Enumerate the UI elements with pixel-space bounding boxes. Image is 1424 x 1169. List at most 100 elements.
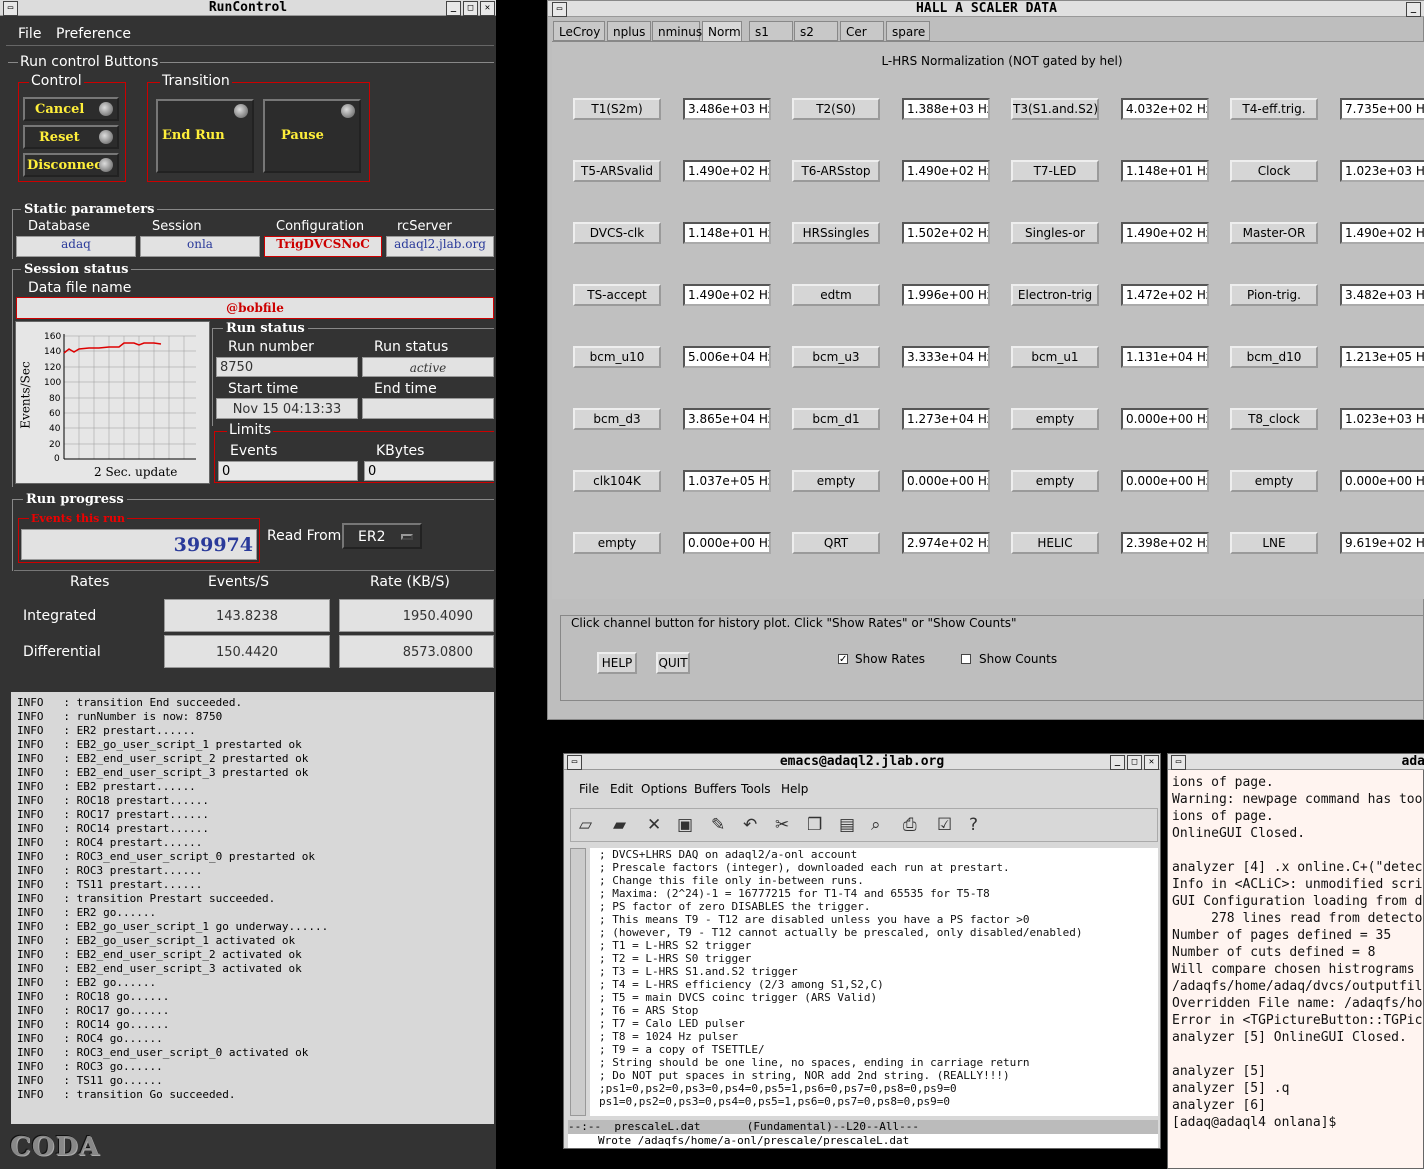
- close-buffer-icon[interactable]: ✕: [647, 815, 661, 835]
- channel-button[interactable]: HELIC: [1011, 532, 1099, 554]
- emacs-menu-help[interactable]: Help: [781, 782, 808, 796]
- save-icon[interactable]: ▣: [677, 815, 693, 835]
- tab-s1[interactable]: s1: [749, 21, 793, 41]
- cancel-button[interactable]: Cancel: [23, 97, 119, 121]
- run-status-field-label: Run status: [374, 339, 449, 355]
- window-menu-icon[interactable]: ▭: [3, 1, 18, 16]
- channel-button[interactable]: DVCS-clk: [573, 222, 661, 244]
- channel-button[interactable]: Electron-trig: [1011, 284, 1099, 306]
- tab-spare[interactable]: spare: [886, 21, 930, 41]
- tab-s2[interactable]: s2: [794, 21, 838, 41]
- channel-button[interactable]: LNE: [1230, 532, 1318, 554]
- cut-icon[interactable]: ✂: [775, 815, 789, 835]
- paste-icon[interactable]: ▤: [839, 815, 855, 835]
- channel-button[interactable]: clk104K: [573, 470, 661, 492]
- terminal-titlebar[interactable]: ada ▭: [1168, 754, 1424, 770]
- undo-icon[interactable]: ↶: [743, 815, 757, 835]
- pause-button[interactable]: Pause: [263, 99, 361, 173]
- open-folder-icon[interactable]: ▰: [613, 815, 626, 835]
- channel-button[interactable]: TS-accept: [573, 284, 661, 306]
- close-icon[interactable]: ✕: [480, 1, 495, 16]
- channel-button[interactable]: T1(S2m): [573, 98, 661, 120]
- print-icon[interactable]: ⎙: [903, 815, 917, 835]
- terminal-output[interactable]: ions of page. Warning: newpage command ha…: [1172, 774, 1424, 1168]
- tab-nminus[interactable]: nminus: [652, 21, 702, 41]
- channel-button[interactable]: bcm_d10: [1230, 346, 1318, 368]
- tab-nplus[interactable]: nplus: [607, 21, 651, 41]
- emacs-scrollbar[interactable]: [570, 848, 586, 1116]
- emacs-buffer[interactable]: ; DVCS+LHRS DAQ on adaql2/a-onl account;…: [590, 848, 1158, 1116]
- log-line: INFO : ROC14 go......: [17, 1018, 170, 1031]
- emacs-line: ; This means T9 - T12 are disabled unles…: [599, 913, 1030, 926]
- channel-button[interactable]: QRT: [792, 532, 880, 554]
- channel-button[interactable]: T2(S0): [792, 98, 880, 120]
- end-run-button[interactable]: End Run: [156, 99, 254, 173]
- scaler-titlebar[interactable]: HALL A SCALER DATA ▭ _: [548, 1, 1424, 17]
- save-as-icon[interactable]: ✎: [711, 815, 725, 835]
- window-menu-icon[interactable]: ▭: [1171, 755, 1186, 770]
- channel-button[interactable]: empty: [573, 532, 661, 554]
- minimize-icon[interactable]: _: [1110, 755, 1125, 770]
- close-icon[interactable]: ✕: [1144, 755, 1159, 770]
- channel-button[interactable]: T5-ARSvalid: [573, 160, 661, 182]
- emacs-menu-buffers[interactable]: Buffers: [694, 782, 737, 796]
- disconnect-button[interactable]: Disconnect: [23, 153, 119, 177]
- channel-button[interactable]: bcm_u3: [792, 346, 880, 368]
- message-log[interactable]: INFO : transition End succeeded. INFO : r…: [11, 692, 494, 1124]
- emacs-menu-options[interactable]: Options: [641, 782, 687, 796]
- channel-button[interactable]: T6-ARSstop: [792, 160, 880, 182]
- channel-button[interactable]: T4-eff.trig.: [1230, 98, 1318, 120]
- quit-button[interactable]: QUIT: [656, 652, 690, 674]
- runcontrol-titlebar[interactable]: RunControl ▭ _ □ ✕: [0, 0, 496, 16]
- kbytes-limit-input[interactable]: 0: [364, 461, 494, 481]
- channel-button[interactable]: bcm_u1: [1011, 346, 1099, 368]
- channel-button[interactable]: Master-OR: [1230, 222, 1318, 244]
- channel-rate-value: 1.490e+02 Hz: [902, 160, 990, 182]
- tab-cer[interactable]: Cer: [840, 21, 884, 41]
- emacs-menu-tools[interactable]: Tools: [741, 782, 771, 796]
- tab-lecroy[interactable]: LeCroy: [553, 21, 605, 41]
- copy-icon[interactable]: ❐: [807, 815, 822, 835]
- emacs-titlebar[interactable]: emacs@adaql2.jlab.org ▭ _ □ ✕: [564, 754, 1160, 770]
- channel-button[interactable]: Clock: [1230, 160, 1318, 182]
- preferences-icon[interactable]: ☑: [937, 815, 952, 835]
- emacs-line: ; T7 = Calo LED pulser: [599, 1017, 745, 1030]
- data-file-field[interactable]: @bobfile: [16, 297, 494, 319]
- channel-button[interactable]: T3(S1.and.S2): [1011, 98, 1099, 120]
- maximize-icon[interactable]: □: [463, 1, 478, 16]
- read-from-value: ER2: [358, 529, 386, 545]
- new-file-icon[interactable]: ▱: [579, 815, 592, 835]
- channel-button[interactable]: T7-LED: [1011, 160, 1099, 182]
- channel-button[interactable]: empty: [792, 470, 880, 492]
- tab-norm[interactable]: Norm: [702, 21, 742, 41]
- emacs-menu-file[interactable]: File: [579, 782, 599, 796]
- channel-button[interactable]: bcm_u10: [573, 346, 661, 368]
- channel-button[interactable]: Singles-or: [1011, 222, 1099, 244]
- show-rates-checkbox[interactable]: ✓: [838, 654, 848, 665]
- end-time-field: [362, 398, 494, 419]
- search-icon[interactable]: ⌕: [871, 815, 881, 835]
- channel-button[interactable]: empty: [1230, 470, 1318, 492]
- channel-button[interactable]: Pion-trig.: [1230, 284, 1318, 306]
- emacs-menu-edit[interactable]: Edit: [610, 782, 633, 796]
- events-limit-input[interactable]: 0: [218, 461, 358, 481]
- window-menu-icon[interactable]: ▭: [552, 2, 567, 17]
- menu-preference[interactable]: Preference: [56, 26, 131, 42]
- maximize-icon[interactable]: □: [1127, 755, 1142, 770]
- channel-button[interactable]: empty: [1011, 470, 1099, 492]
- channel-button[interactable]: bcm_d1: [792, 408, 880, 430]
- menu-file[interactable]: File: [18, 26, 41, 42]
- channel-button[interactable]: bcm_d3: [573, 408, 661, 430]
- minimize-icon[interactable]: _: [1406, 2, 1421, 17]
- help-button[interactable]: HELP: [597, 652, 637, 674]
- minimize-icon[interactable]: _: [446, 1, 461, 16]
- channel-button[interactable]: T8_clock: [1230, 408, 1318, 430]
- channel-button[interactable]: edtm: [792, 284, 880, 306]
- show-counts-checkbox[interactable]: [961, 654, 971, 664]
- channel-button[interactable]: HRSsingles: [792, 222, 880, 244]
- help-icon[interactable]: ?: [969, 815, 978, 835]
- window-menu-icon[interactable]: ▭: [567, 755, 582, 770]
- channel-button[interactable]: empty: [1011, 408, 1099, 430]
- reset-button[interactable]: Reset: [23, 125, 119, 149]
- read-from-select[interactable]: ER2: [342, 523, 422, 549]
